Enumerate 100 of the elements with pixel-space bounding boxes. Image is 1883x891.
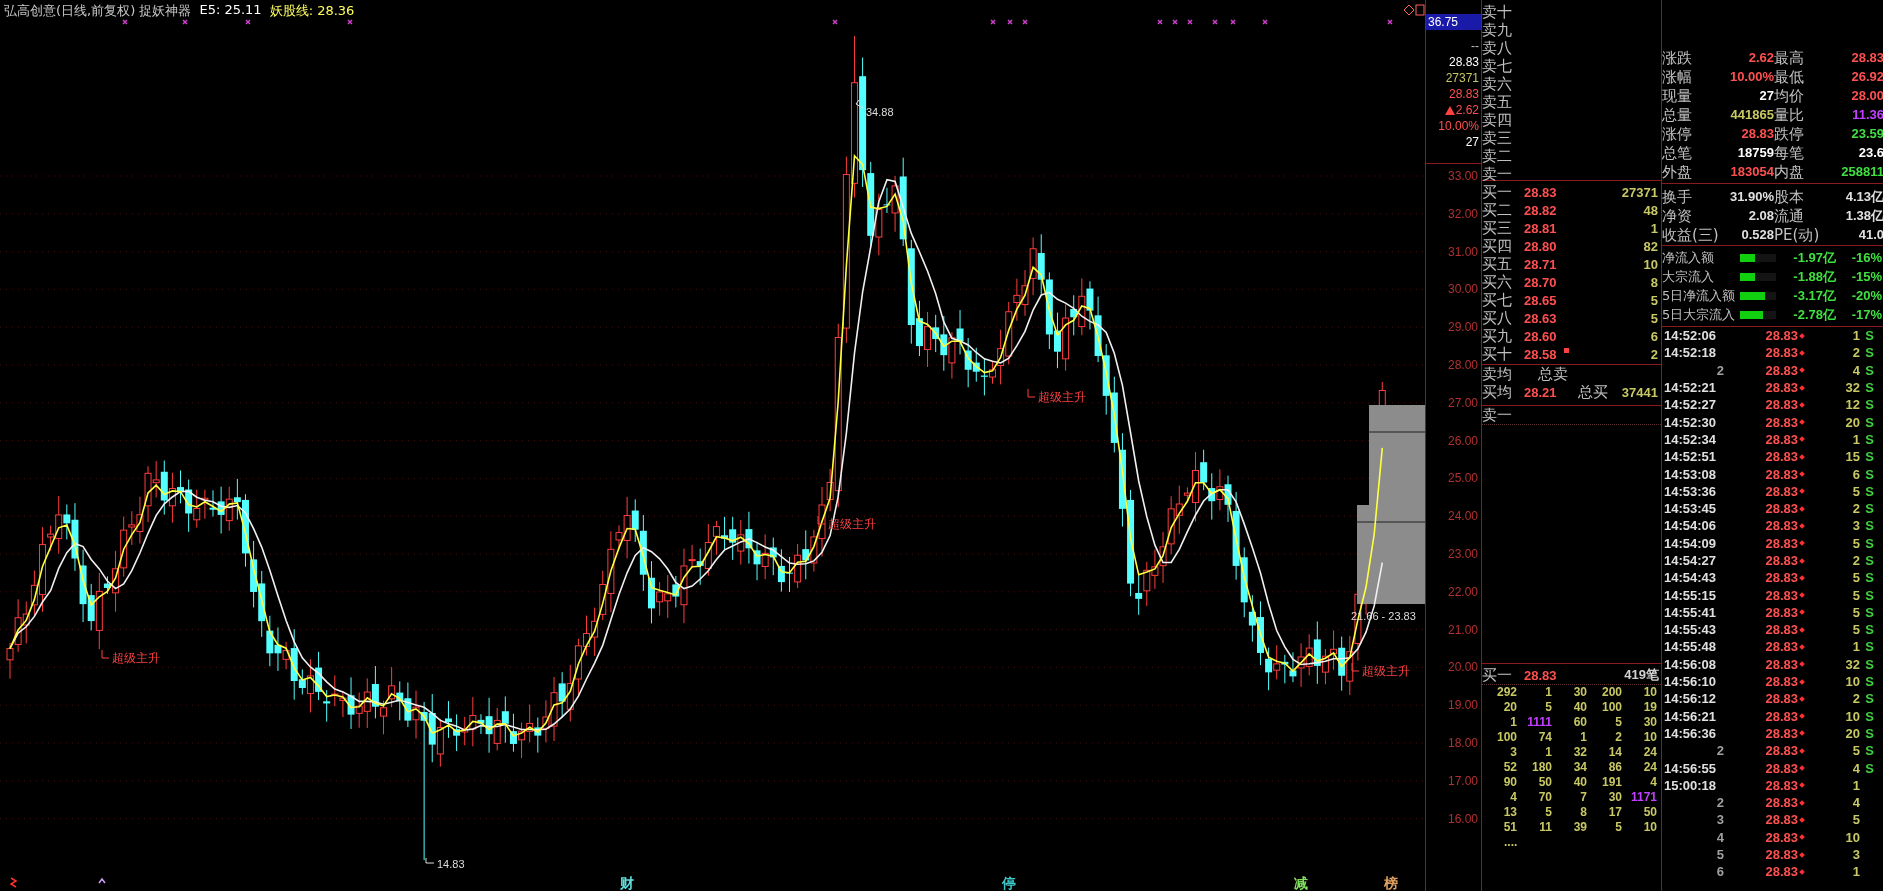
trade-time: 14:52:18 <box>1663 345 1718 361</box>
ask-level-label: 卖六 <box>1482 75 1513 93</box>
queue-order: 50 <box>1537 775 1552 790</box>
trade-side: S <box>1864 656 1875 672</box>
trade-sequence: 6 <box>1715 864 1724 880</box>
quote-value: 11.36 <box>1851 107 1883 122</box>
trade-time: 14:54:06 <box>1663 518 1718 534</box>
queue-label: 卖一 <box>1482 406 1513 424</box>
queue-order: 1 <box>1509 715 1517 730</box>
queue-order: 11 <box>1538 820 1552 835</box>
trade-price: 28.83 <box>1764 466 1798 482</box>
trade-side: S <box>1864 760 1875 776</box>
trade-price: 28.83 <box>1764 829 1798 845</box>
trade-side: S <box>1864 328 1875 344</box>
bid-price: 28.82 <box>1524 202 1558 218</box>
trade-volume: 5 <box>1851 570 1860 586</box>
queue-order: 50 <box>1642 805 1657 820</box>
queue-order: 5 <box>1614 715 1622 730</box>
queue-price: 28.83 <box>1524 667 1558 683</box>
price-tick-label: 32.00 <box>1447 205 1478 223</box>
info-value: 27 <box>1465 135 1479 149</box>
trade-price: 28.83 <box>1764 708 1798 724</box>
bid-volume: 8 <box>1650 274 1659 290</box>
trade-price: 28.83 <box>1764 570 1798 586</box>
trade-time: 14:55:48 <box>1663 639 1718 655</box>
trade-side: S <box>1864 414 1875 430</box>
quote-value: 18759 <box>1736 145 1774 160</box>
trade-sequence: 3 <box>1715 812 1724 828</box>
trade-volume: 10 <box>1844 829 1860 845</box>
trade-volume: 5 <box>1851 535 1860 551</box>
queue-order: 200 <box>1600 685 1622 700</box>
quote-label: 换手 <box>1662 187 1693 206</box>
trade-time: 14:54:43 <box>1663 570 1718 586</box>
zigzag-icon <box>9 877 18 888</box>
trade-sequence: 2 <box>1715 362 1724 378</box>
diamond-icon[interactable] <box>1403 4 1415 16</box>
trade-price: 28.83 <box>1764 587 1798 603</box>
queue-order: 2 <box>1614 730 1622 745</box>
price-tick-label: 28.00 <box>1447 357 1478 374</box>
queue-order: 14 <box>1607 745 1622 760</box>
price-tick-label: 19.00 <box>1447 697 1478 715</box>
quote-label: 股本 <box>1774 187 1805 206</box>
trade-price: 28.83 <box>1764 328 1798 344</box>
trade-time: 14:54:09 <box>1663 535 1718 551</box>
queue-order: 5 <box>1544 805 1552 820</box>
quote-value: 26.92 <box>1850 69 1883 84</box>
up-triangle-icon <box>1444 105 1455 115</box>
trade-volume: 2 <box>1851 501 1860 517</box>
ask-level-label: 卖四 <box>1482 111 1513 129</box>
order-count: 419笔 <box>1624 666 1660 684</box>
queue-order: 10 <box>1642 730 1657 745</box>
window-icon[interactable] <box>1415 4 1425 16</box>
total-label: 总买 <box>1578 383 1608 401</box>
quote-label: 量比 <box>1774 105 1805 124</box>
trade-side: S <box>1864 466 1875 482</box>
trade-volume: 5 <box>1851 743 1860 759</box>
queue-order: 90 <box>1502 775 1517 790</box>
queue-order: 5 <box>1544 700 1552 715</box>
price-tick-label: 31.00 <box>1447 243 1478 261</box>
queue-order: 7 <box>1579 790 1587 805</box>
avg-label: 卖均 <box>1482 365 1513 383</box>
trade-price: 28.83 <box>1764 795 1798 811</box>
info-value: 28.83 <box>1448 55 1479 69</box>
trade-price: 28.83 <box>1764 760 1798 776</box>
trade-price: 28.83 <box>1764 483 1798 499</box>
queue-order: 34 <box>1572 760 1587 775</box>
queue-order: 100 <box>1600 700 1622 715</box>
trade-price: 28.83 <box>1764 639 1798 655</box>
ask-level-label: 卖二 <box>1482 147 1513 165</box>
quote-label: 内盘 <box>1774 162 1805 181</box>
trade-side: S <box>1864 362 1875 378</box>
bid-price: 28.71 <box>1524 256 1558 272</box>
trade-side: S <box>1864 483 1875 499</box>
trade-sequence: 5 <box>1715 847 1724 863</box>
bid-price: 28.80 <box>1524 238 1558 254</box>
flow-label: 大宗流入 <box>1662 267 1715 286</box>
quote-value: 183054 <box>1729 164 1774 179</box>
total-label: 总卖 <box>1538 365 1568 383</box>
trade-time: 14:52:51 <box>1663 449 1718 465</box>
quote-value: 2.08 <box>1747 208 1774 223</box>
trade-volume: 4 <box>1851 362 1860 378</box>
trade-volume: 1 <box>1851 777 1860 793</box>
trade-side: S <box>1864 397 1875 413</box>
quote-label: 净资 <box>1662 206 1693 225</box>
trade-side: S <box>1864 622 1875 638</box>
queue-order: 70 <box>1537 790 1552 805</box>
flow-percent: -17% <box>1850 307 1883 322</box>
queue-order: 74 <box>1537 730 1552 745</box>
quote-value: 441865 <box>1729 107 1774 122</box>
trade-side: S <box>1864 570 1875 586</box>
trade-time: 14:52:21 <box>1663 380 1718 396</box>
queue-order: 5 <box>1614 820 1622 835</box>
price-tick-label: 33.00 <box>1447 168 1478 185</box>
queue-order: 32 <box>1572 745 1587 760</box>
queue-order: 19 <box>1642 700 1657 715</box>
signal-label: 超级主升 <box>1362 664 1410 678</box>
trade-volume: 20 <box>1844 725 1860 741</box>
more-indicator: .... <box>1504 835 1518 849</box>
high-price-label: 34.88 <box>866 106 894 118</box>
trade-volume: 15 <box>1844 449 1860 465</box>
